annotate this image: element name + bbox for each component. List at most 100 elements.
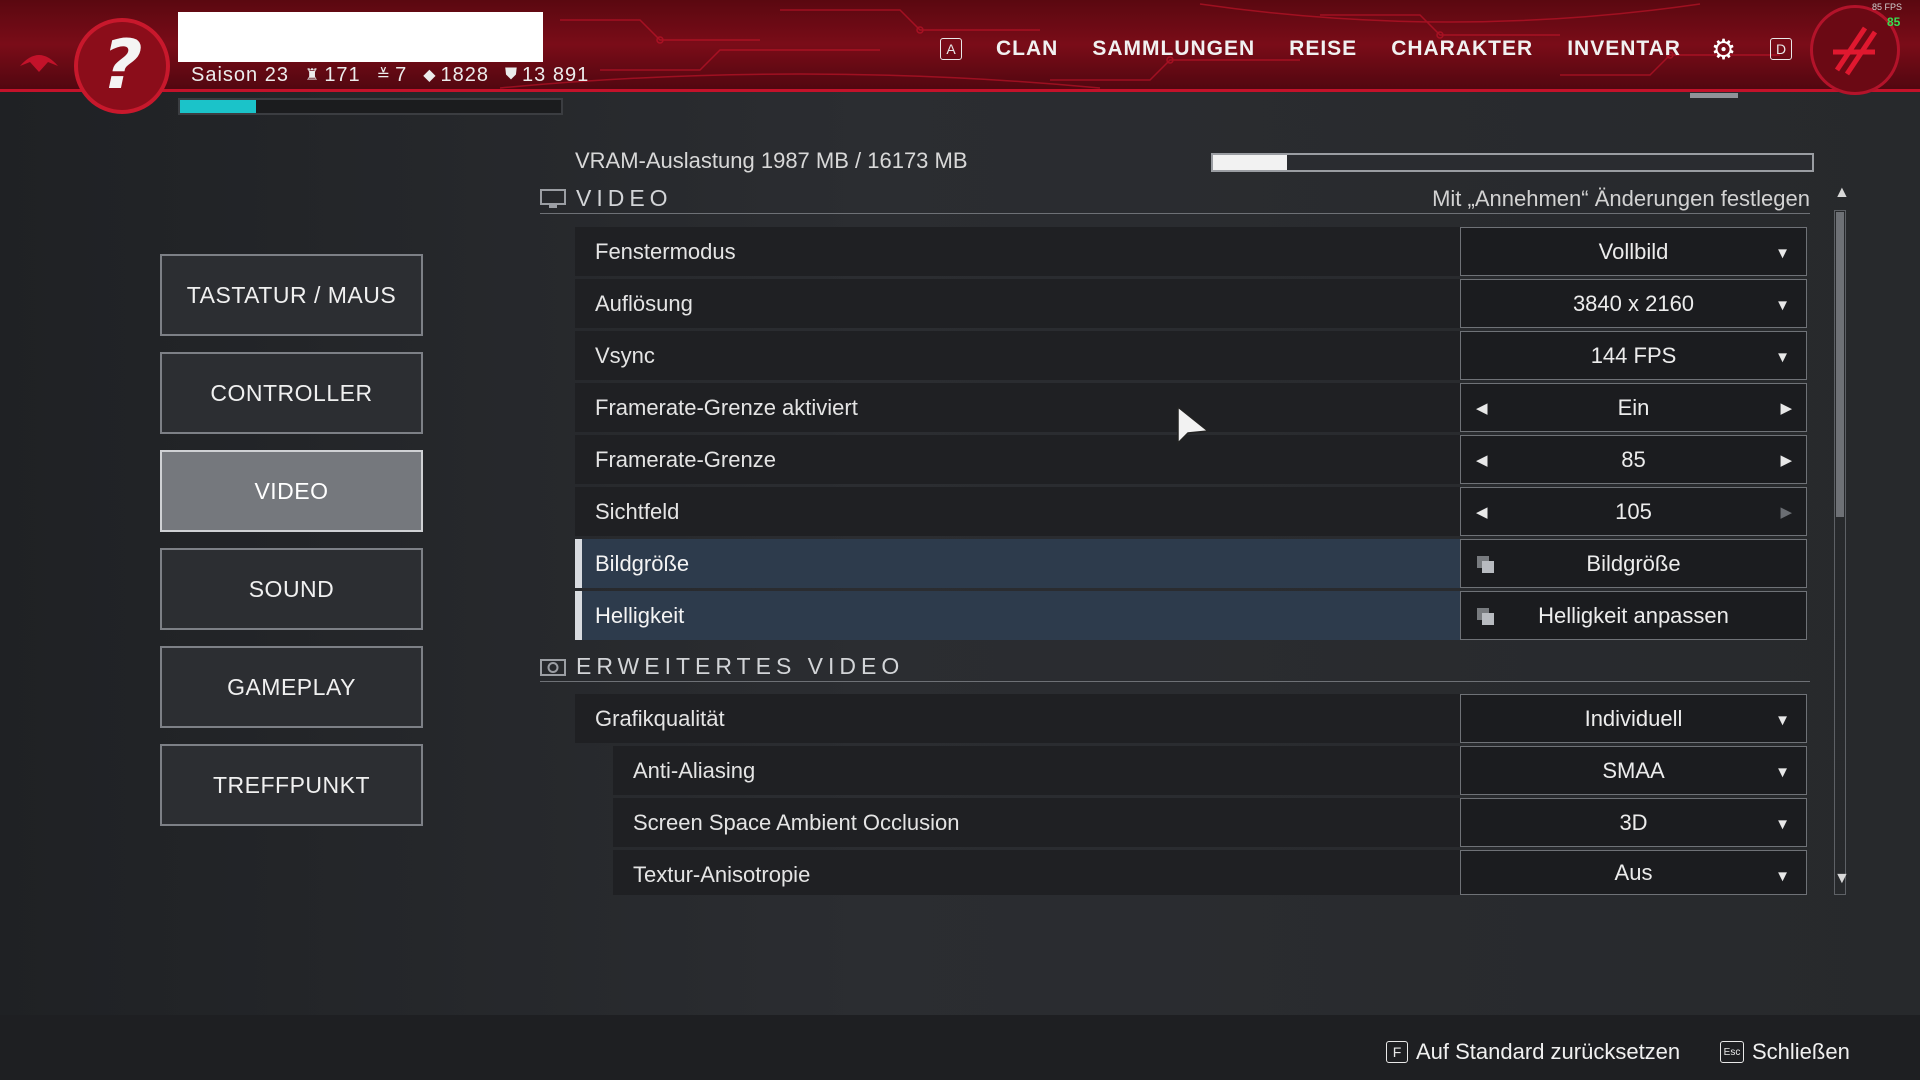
stat-triumph: ⛊ 13 891 [505, 63, 590, 86]
nav-inventar[interactable]: INVENTAR [1567, 37, 1681, 61]
setting-label: Framerate-Grenze [595, 447, 776, 472]
dropdown-arrow-icon: ▼ [1775, 868, 1790, 885]
dropdown-arrow-icon: ▼ [1775, 297, 1790, 314]
video-section-header: VIDEO Mit „Annehmen“ Änderungen festlege… [540, 184, 1810, 214]
scroll-up-icon[interactable]: ▲ [1834, 184, 1850, 202]
advanced-section-title: ERWEITERTES VIDEO [576, 653, 905, 679]
camera-icon [540, 658, 566, 676]
arrow-left-icon[interactable]: ◀ [1476, 503, 1488, 521]
row-accent [575, 591, 582, 640]
setting-label: Bildgröße [595, 551, 690, 576]
monitor-icon [540, 188, 566, 208]
nav-right-key[interactable]: D [1770, 38, 1793, 60]
vram-usage-bar [1211, 153, 1814, 172]
vsync-dropdown[interactable]: 144 FPS ▼ [1460, 331, 1807, 380]
nav-sammlungen[interactable]: SAMMLUNGEN [1092, 37, 1255, 61]
setting-label: Grafikqualität [595, 706, 725, 731]
helligkeit-button[interactable]: Helligkeit anpassen [1460, 591, 1807, 640]
arrow-right-icon[interactable]: ▶ [1780, 399, 1792, 417]
advanced-section-header: ERWEITERTES VIDEO [540, 652, 1810, 682]
vram-usage-fill [1213, 155, 1287, 170]
dropdown-value: 3D [1619, 809, 1648, 835]
popup-icon [1477, 608, 1495, 626]
rank-chevrons-icon: ≚ [376, 67, 392, 84]
nav-left-key[interactable]: A [940, 38, 962, 60]
menu-gameplay[interactable]: GAMEPLAY [160, 646, 423, 728]
framerate-grenze-aktiviert-stepper[interactable]: ◀ Ein ▶ [1460, 383, 1807, 432]
setting-label: Fenstermodus [595, 239, 736, 264]
nav-charakter[interactable]: CHARAKTER [1391, 37, 1533, 61]
arrow-right-icon[interactable]: ▶ [1780, 503, 1792, 521]
menu-controller[interactable]: CONTROLLER [160, 352, 423, 434]
settings-gear-icon[interactable]: ⚙ [1711, 33, 1736, 66]
framerate-grenze-stepper[interactable]: ◀ 85 ▶ [1460, 435, 1807, 484]
diamond-icon: ◆ [423, 67, 437, 84]
stat-rank: ≚ 7 [376, 63, 408, 86]
nav-clan[interactable]: CLAN [996, 37, 1058, 61]
clan-emblem-icon [20, 55, 58, 72]
aufloesung-dropdown[interactable]: 3840 x 2160 ▼ [1460, 279, 1807, 328]
menu-video[interactable]: VIDEO [160, 450, 423, 532]
arrow-left-icon[interactable]: ◀ [1476, 451, 1488, 469]
sichtfeld-stepper[interactable]: ◀ 105 ▶ [1460, 487, 1807, 536]
fps-counter: 85 [1887, 15, 1901, 29]
player-name-redacted [178, 12, 543, 62]
video-section-title: VIDEO [576, 185, 673, 211]
dropdown-arrow-icon: ▼ [1775, 349, 1790, 366]
menu-treffpunkt[interactable]: TREFFPUNKT [160, 744, 423, 826]
xp-progress-bar [178, 98, 563, 115]
grafikqualitaet-dropdown[interactable]: Individuell ▼ [1460, 694, 1807, 743]
fenstermodus-dropdown[interactable]: Vollbild ▼ [1460, 227, 1807, 276]
shield-icon: ⛊ [505, 66, 519, 83]
dropdown-arrow-icon: ▼ [1775, 712, 1790, 729]
setting-label: Auflösung [595, 291, 693, 316]
dropdown-value: SMAA [1602, 757, 1665, 783]
close-key: Esc [1720, 1041, 1744, 1063]
player-emblem[interactable]: ? [74, 18, 170, 114]
setting-label: Vsync [595, 343, 655, 368]
setting-label: Helligkeit [595, 603, 685, 628]
stat-power: ♜ 171 [304, 63, 361, 86]
close-action[interactable]: Esc Schließen [1720, 1038, 1850, 1066]
close-label: Schließen [1752, 1039, 1850, 1064]
setting-label: Textur-Anisotropie [633, 862, 811, 887]
ssao-dropdown[interactable]: 3D ▼ [1460, 798, 1807, 847]
popup-icon [1477, 556, 1495, 574]
setting-label: Screen Space Ambient Occlusion [633, 810, 960, 835]
reset-key: F [1386, 1041, 1408, 1063]
arrow-left-icon[interactable]: ◀ [1476, 399, 1488, 417]
stat-guardian-rank: ◆ 1828 [423, 63, 490, 86]
row-accent [575, 539, 582, 588]
setting-label: Framerate-Grenze aktiviert [595, 395, 858, 420]
reset-defaults-action[interactable]: F Auf Standard zurücksetzen [1386, 1038, 1680, 1066]
fps-label: 85 FPS [1872, 2, 1903, 12]
dropdown-value: 3840 x 2160 [1572, 290, 1695, 316]
setting-label: Anti-Aliasing [633, 758, 756, 783]
player-stats: Saison 23 ♜ 171 ≚ 7 ◆ 1828 ⛊ 13 891 [191, 63, 589, 87]
emblem-glyph-icon: ? [93, 26, 151, 105]
nav-reise[interactable]: REISE [1289, 37, 1357, 61]
dropdown-value: Aus [1614, 859, 1653, 885]
scrollbar-thumb[interactable] [1836, 212, 1844, 517]
season-label: Saison 23 [191, 63, 289, 86]
popup-value: Bildgröße [1586, 550, 1681, 576]
stepper-value: 85 [1621, 446, 1646, 472]
apply-hint: Mit „Annehmen“ Änderungen festlegen [1432, 185, 1810, 211]
vram-usage-label: VRAM-Auslastung 1987 MB / 16173 MB [575, 148, 968, 173]
reset-label: Auf Standard zurücksetzen [1416, 1039, 1681, 1064]
mouse-cursor-icon [1177, 405, 1210, 445]
bildgroesse-button[interactable]: Bildgröße [1460, 539, 1807, 588]
dropdown-value: 144 FPS [1590, 342, 1677, 368]
menu-sound[interactable]: SOUND [160, 548, 423, 630]
stepper-value: 105 [1615, 498, 1652, 524]
tab-indicator [1690, 93, 1738, 98]
dropdown-arrow-icon: ▼ [1775, 816, 1790, 833]
top-nav: A CLAN SAMMLUNGEN REISE CHARAKTER INVENT… [940, 32, 1793, 66]
dropdown-value: Vollbild [1598, 238, 1669, 264]
anti-aliasing-dropdown[interactable]: SMAA ▼ [1460, 746, 1807, 795]
textur-anisotropie-dropdown[interactable]: Aus ▼ [1460, 850, 1807, 895]
arrow-right-icon[interactable]: ▶ [1780, 451, 1792, 469]
dropdown-arrow-icon: ▼ [1775, 764, 1790, 781]
scroll-down-icon[interactable]: ▼ [1834, 870, 1850, 888]
menu-tastatur-maus[interactable]: TASTATUR / MAUS [160, 254, 423, 336]
